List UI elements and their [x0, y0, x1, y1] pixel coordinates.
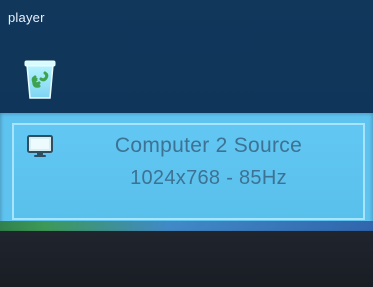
taskbar-strip — [0, 221, 373, 231]
monitor-icon — [26, 134, 56, 158]
source-osd: Computer 2 Source 1024x768 - 85Hz — [0, 113, 373, 230]
recycle-bin-icon[interactable] — [22, 57, 58, 102]
source-osd-panel: Computer 2 Source 1024x768 - 85Hz — [12, 123, 365, 220]
desktop-label: player — [8, 10, 45, 25]
bottom-bezel — [0, 231, 373, 287]
source-name-text: Computer 2 Source — [114, 134, 303, 157]
screen: player Computer 2 Source 1024x768 - 85Hz — [0, 0, 373, 287]
resolution-text: 1024x768 - 85Hz — [130, 167, 287, 189]
